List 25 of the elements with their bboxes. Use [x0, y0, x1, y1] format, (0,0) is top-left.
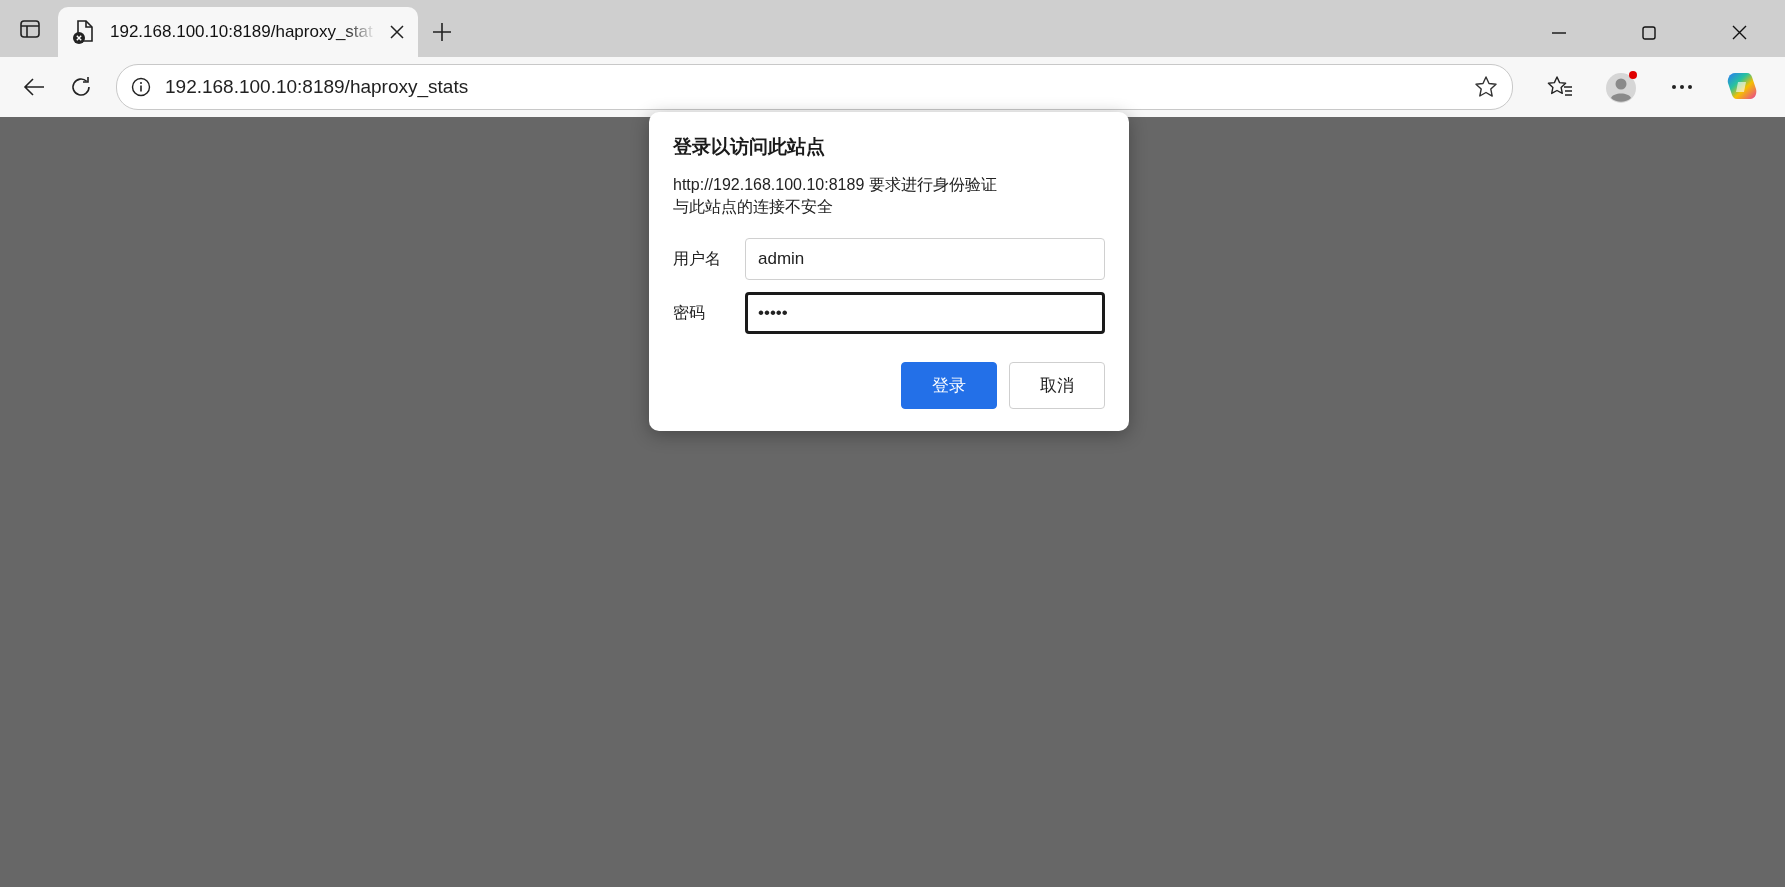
profile-avatar-icon[interactable]: [1605, 70, 1639, 104]
more-icon[interactable]: [1671, 84, 1693, 90]
document-error-icon: [72, 19, 96, 45]
info-icon[interactable]: [131, 77, 151, 97]
refresh-icon[interactable]: [70, 76, 92, 98]
url-text: 192.168.100.10:8189/haproxy_stats: [165, 76, 469, 98]
field-label: 密码: [673, 302, 706, 323]
login-button[interactable]: 登录: [901, 362, 997, 409]
tab-title: 192.168.100.10:8189/haproxy_stat: [110, 22, 374, 42]
cancel-button[interactable]: 取消: [1009, 362, 1105, 409]
address-bar[interactable]: 192.168.100.10:8189/haproxy_stats: [116, 64, 1513, 110]
browser-tab[interactable]: 192.168.100.10:8189/haproxy_stat: [58, 7, 418, 57]
dialog-message: 与此站点的连接不安全: [673, 197, 834, 217]
dialog-title: 登录以访问此站点: [673, 135, 826, 159]
favorite-star-icon[interactable]: [1474, 75, 1498, 99]
close-tab-icon[interactable]: [390, 25, 404, 39]
maximize-icon[interactable]: [1642, 26, 1656, 40]
close-icon[interactable]: [1732, 25, 1747, 40]
input-field[interactable]: admin: [745, 238, 1105, 280]
new-tab-icon[interactable]: [432, 22, 452, 42]
field-label: 用户名: [673, 248, 722, 269]
favorites-list-icon[interactable]: [1547, 75, 1573, 99]
back-icon[interactable]: [22, 77, 46, 97]
dialog-message: http://192.168.100.10:8189 要求进行身份验证: [673, 175, 998, 195]
input-field[interactable]: •••••: [745, 292, 1105, 334]
